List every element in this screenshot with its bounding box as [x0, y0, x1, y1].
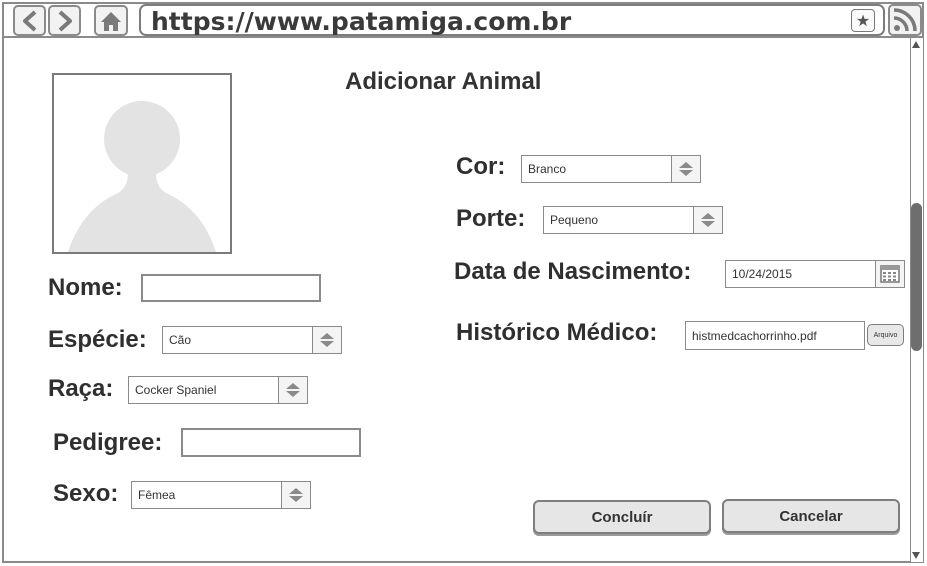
data-nascimento-input[interactable]: 10/24/2015	[725, 260, 905, 288]
raca-label: Raça:	[48, 375, 114, 402]
raca-select[interactable]: Cocker Spaniel	[128, 376, 308, 404]
url-text: https://www.patamiga.com.br	[151, 7, 572, 36]
up-arrow-icon	[320, 333, 334, 339]
especie-select[interactable]: Cão	[162, 326, 342, 354]
cor-label: Cor:	[456, 153, 506, 180]
cor-spinner[interactable]	[671, 156, 700, 182]
porte-label: Porte:	[456, 205, 526, 232]
rss-button[interactable]	[888, 4, 922, 36]
pedigree-input[interactable]	[181, 428, 361, 457]
sexo-select[interactable]: Fêmea	[131, 481, 311, 509]
cancelar-button[interactable]: Cancelar	[722, 499, 900, 533]
data-nascimento-label: Data de Nascimento:	[454, 258, 692, 285]
sexo-value: Fêmea	[138, 488, 176, 502]
home-icon	[101, 11, 121, 31]
concluir-button[interactable]: Concluír	[533, 500, 711, 534]
page-title: Adicionar Animal	[345, 68, 542, 95]
especie-value: Cão	[169, 333, 192, 347]
historico-file-input[interactable]: histmedcachorrinho.pdf	[685, 321, 865, 350]
porte-select[interactable]: Pequeno	[543, 206, 723, 234]
historico-label: Histórico Médico:	[456, 319, 658, 346]
especie-label: Espécie:	[48, 326, 147, 353]
up-arrow-icon	[679, 162, 693, 168]
bookmark-button[interactable]: ★	[851, 9, 875, 32]
down-arrow-icon	[320, 341, 334, 347]
data-nascimento-value: 10/24/2015	[732, 267, 793, 281]
scroll-down-icon[interactable]	[912, 552, 920, 559]
sexo-label: Sexo:	[53, 480, 119, 507]
arquivo-button[interactable]: Arquivo	[867, 324, 904, 346]
star-icon: ★	[855, 12, 871, 30]
cor-select[interactable]: Branco	[521, 155, 701, 183]
down-arrow-icon	[679, 170, 693, 176]
sexo-spinner[interactable]	[281, 482, 310, 508]
user-placeholder-icon	[68, 101, 216, 252]
porte-spinner[interactable]	[693, 207, 722, 233]
forward-button[interactable]	[48, 5, 81, 36]
up-arrow-icon	[289, 488, 303, 494]
rss-icon	[893, 8, 917, 32]
calendar-button[interactable]	[875, 261, 904, 287]
raca-spinner[interactable]	[278, 377, 307, 403]
cor-value: Branco	[528, 162, 567, 176]
scroll-up-icon[interactable]	[912, 41, 920, 48]
calendar-icon	[880, 265, 900, 283]
historico-filename: histmedcachorrinho.pdf	[692, 328, 817, 343]
up-arrow-icon	[286, 383, 300, 389]
chevron-left-icon	[22, 10, 36, 31]
up-arrow-icon	[701, 213, 715, 219]
down-arrow-icon	[286, 391, 300, 397]
porte-value: Pequeno	[550, 213, 599, 227]
home-button[interactable]	[94, 5, 128, 36]
back-button[interactable]	[13, 5, 46, 36]
nome-input[interactable]	[141, 274, 321, 302]
down-arrow-icon	[701, 221, 715, 227]
chevron-right-icon	[58, 10, 72, 31]
down-arrow-icon	[289, 496, 303, 502]
scrollbar-thumb[interactable]	[911, 203, 922, 351]
nome-label: Nome:	[48, 274, 123, 301]
raca-value: Cocker Spaniel	[135, 383, 217, 397]
especie-spinner[interactable]	[312, 327, 341, 353]
pedigree-label: Pedigree:	[53, 429, 163, 456]
address-bar[interactable]: https://www.patamiga.com.br ★	[139, 4, 885, 36]
animal-photo[interactable]	[52, 73, 232, 254]
